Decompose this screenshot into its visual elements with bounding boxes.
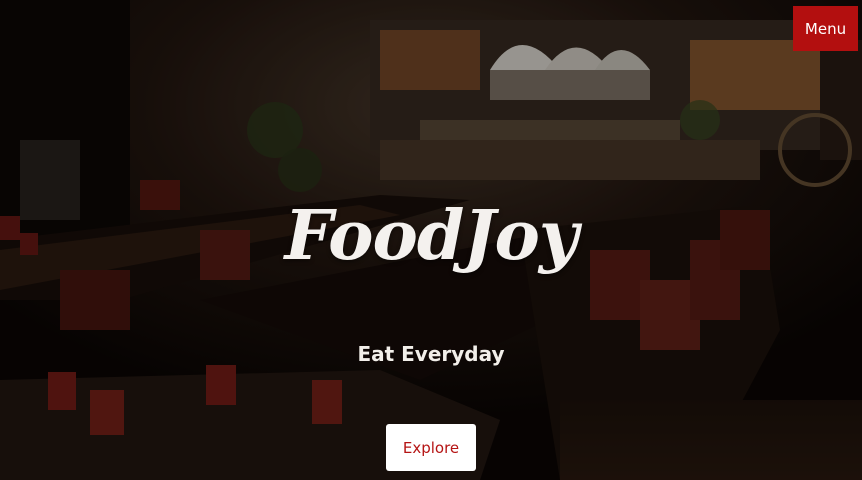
site-title: FoodJoy (284, 196, 579, 276)
tagline: Eat Everyday (357, 342, 505, 366)
hero-section: Menu FoodJoy Eat Everyday Explore (0, 0, 862, 480)
explore-button[interactable]: Explore (386, 424, 476, 471)
menu-button[interactable]: Menu (793, 6, 858, 51)
